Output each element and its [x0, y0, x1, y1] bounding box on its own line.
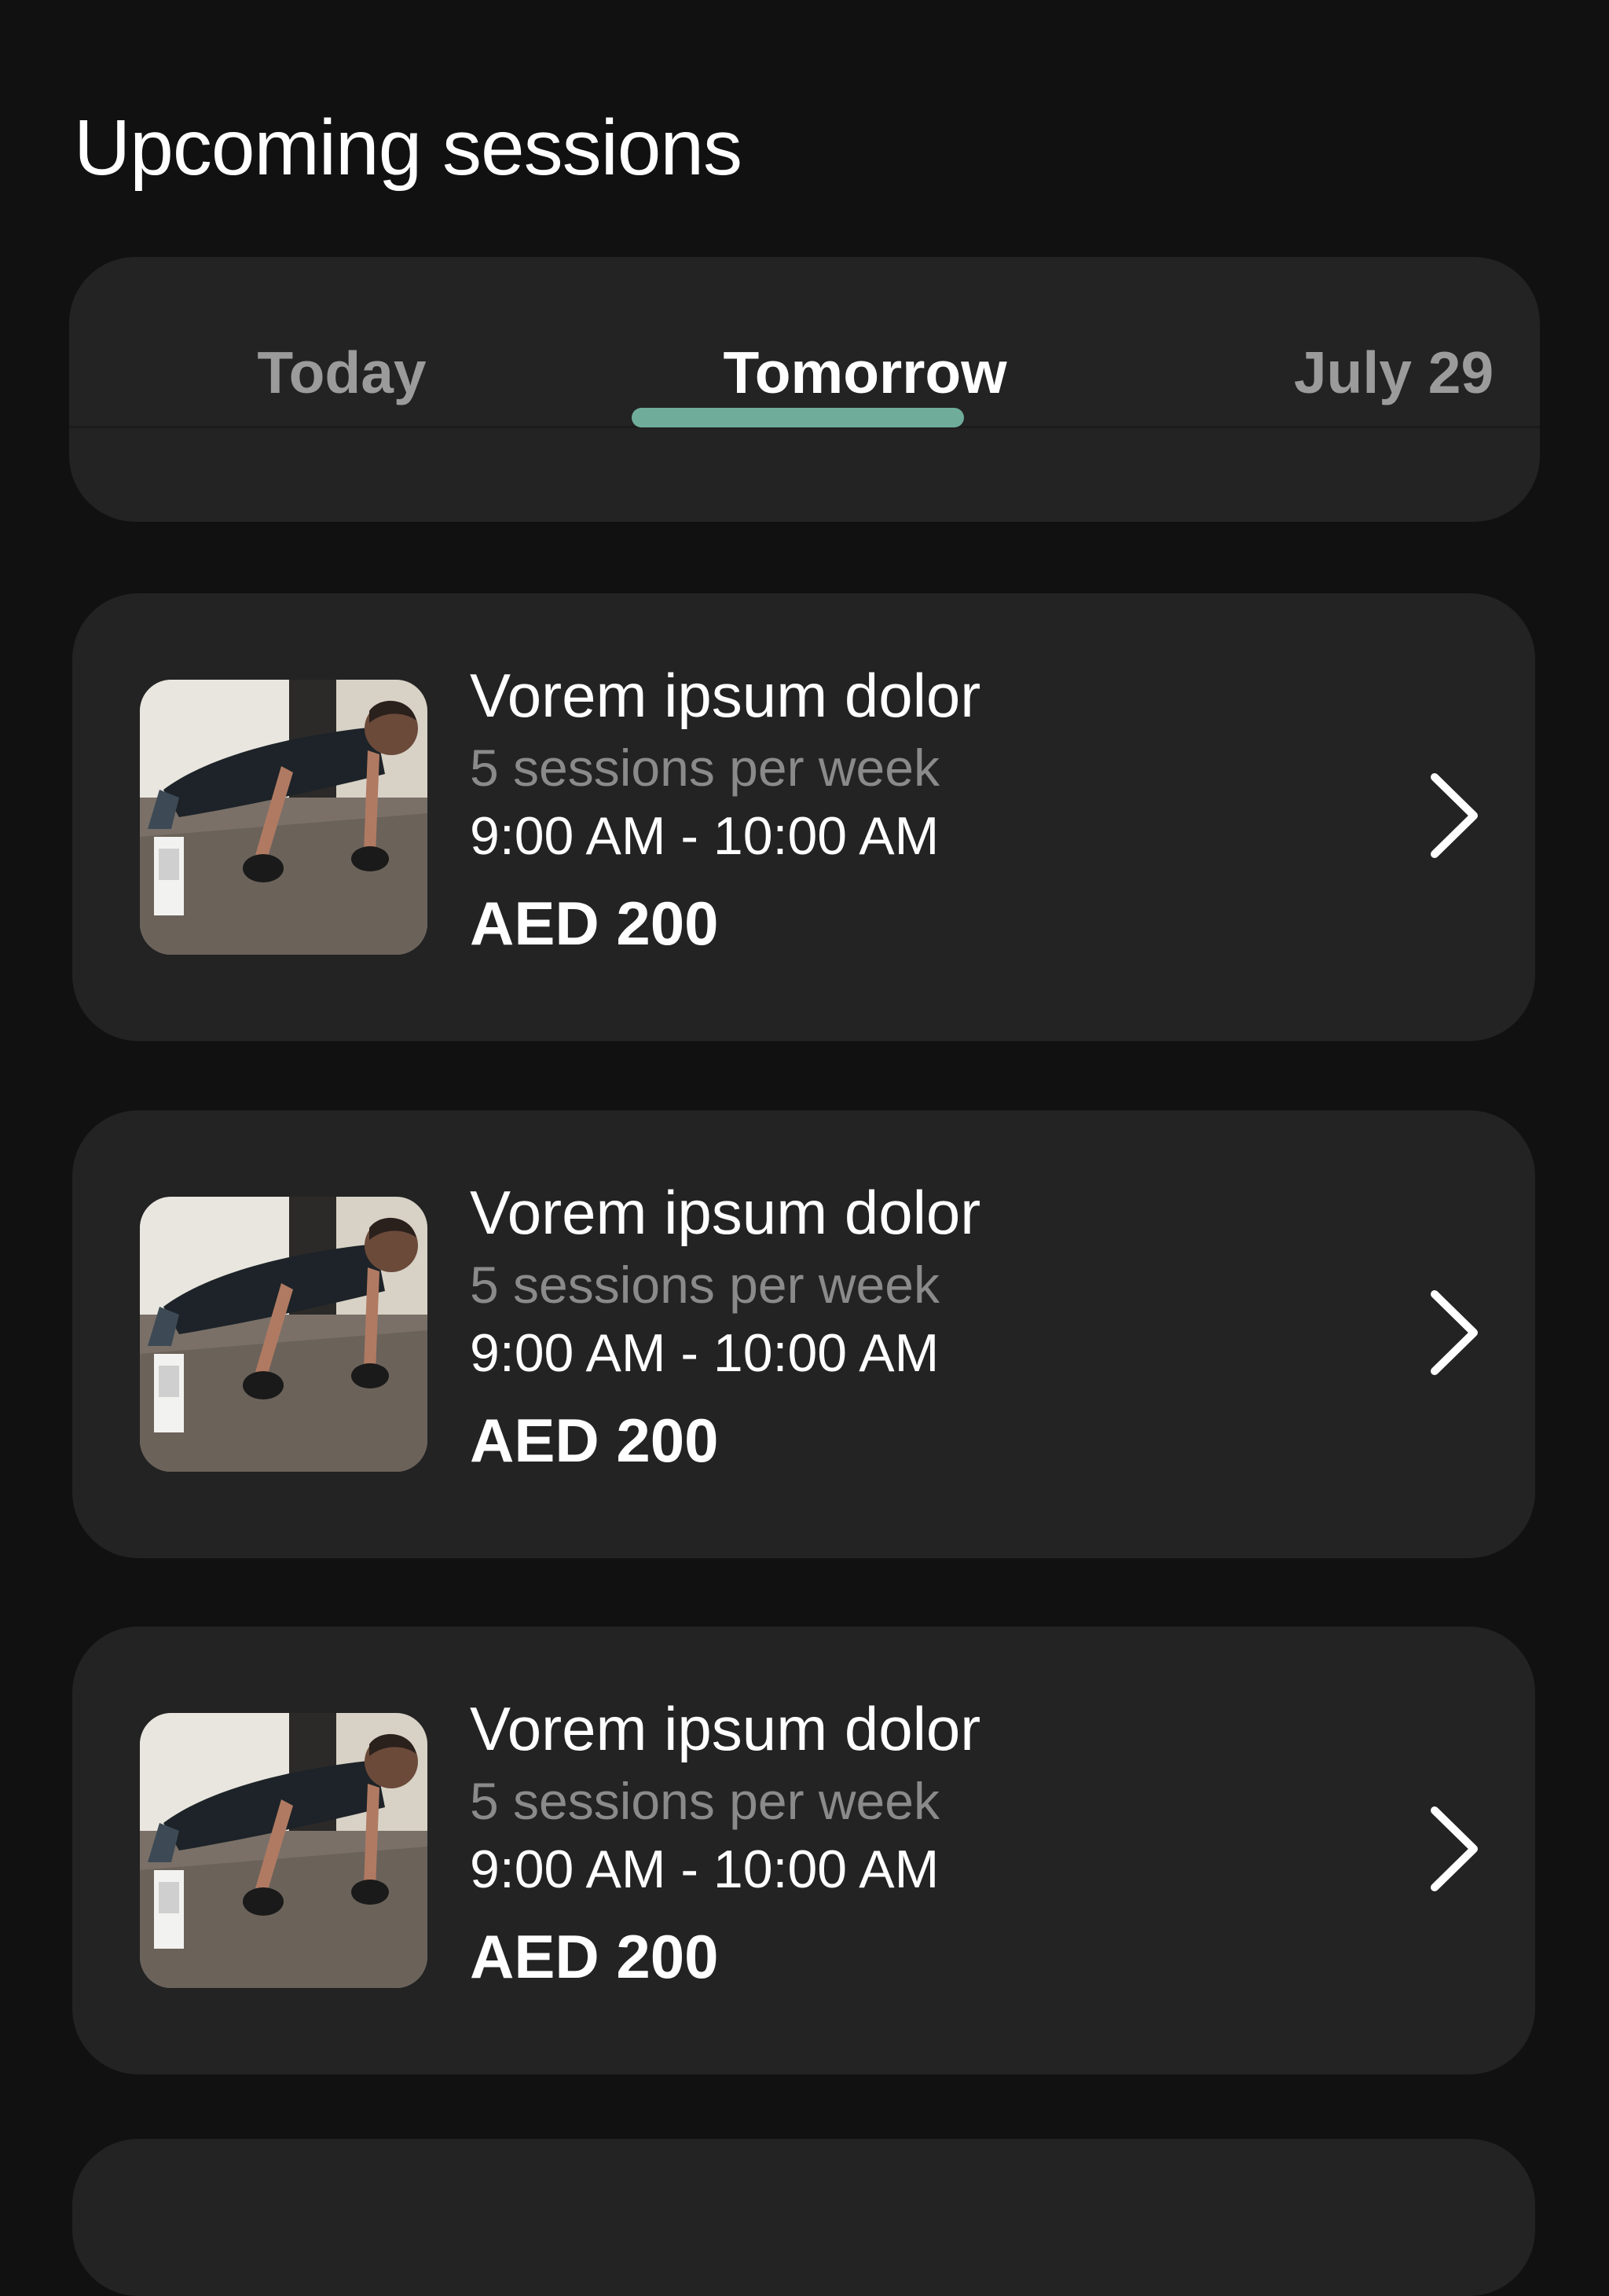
chevron-right-icon[interactable]: [1417, 1282, 1488, 1384]
session-time: 9:00 AM - 10:00 AM: [470, 1839, 940, 1899]
session-card[interactable]: Vorem ipsum dolor 5 sessions per week 9:…: [72, 1110, 1535, 1558]
session-price: AED 200: [470, 889, 719, 958]
session-title: Vorem ipsum dolor: [470, 1178, 981, 1247]
active-tab-indicator: [632, 408, 964, 427]
session-thumbnail: [140, 1197, 427, 1472]
session-price: AED 200: [470, 1922, 719, 1991]
chevron-right-icon[interactable]: [1417, 765, 1488, 867]
session-frequency: 5 sessions per week: [470, 1772, 940, 1830]
page-title: Upcoming sessions: [74, 104, 742, 192]
session-thumbnail: [140, 680, 427, 955]
session-thumbnail: [140, 1713, 427, 1988]
session-card[interactable]: Vorem ipsum dolor 5 sessions per week 9:…: [72, 593, 1535, 1041]
tab-tomorrow[interactable]: Tomorrow: [684, 329, 1046, 416]
chevron-right-icon[interactable]: [1417, 1798, 1488, 1900]
session-card-partial[interactable]: [72, 2139, 1535, 2296]
session-time: 9:00 AM - 10:00 AM: [470, 1323, 940, 1383]
session-time: 9:00 AM - 10:00 AM: [470, 806, 940, 866]
session-frequency: 5 sessions per week: [470, 1256, 940, 1314]
date-tab-bar: Today Tomorrow July 29: [69, 257, 1540, 522]
tab-july-29[interactable]: July 29: [1213, 329, 1574, 416]
session-title: Vorem ipsum dolor: [470, 1694, 981, 1763]
session-title: Vorem ipsum dolor: [470, 661, 981, 730]
session-frequency: 5 sessions per week: [470, 739, 940, 797]
tab-today[interactable]: Today: [161, 329, 522, 416]
session-price: AED 200: [470, 1406, 719, 1475]
session-card[interactable]: Vorem ipsum dolor 5 sessions per week 9:…: [72, 1627, 1535, 2074]
